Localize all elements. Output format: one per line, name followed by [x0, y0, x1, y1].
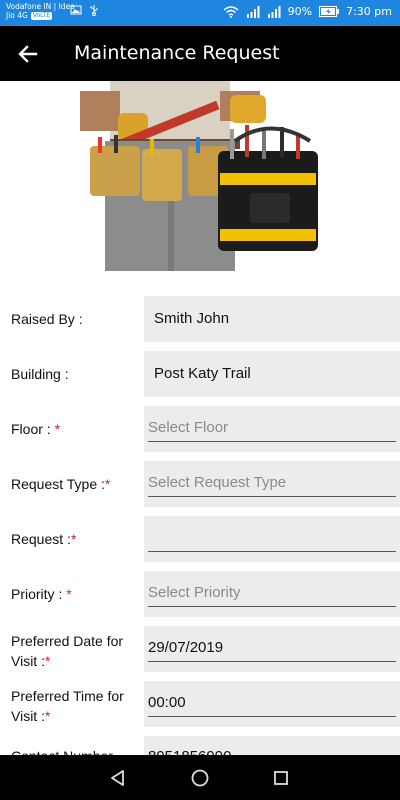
handyman-illustration: [80, 81, 318, 271]
preferred-date-value: 29/07/2019: [148, 639, 224, 656]
signal-icon-1: [246, 5, 260, 18]
volte-badge: VoLTE: [30, 11, 53, 20]
request-type-label: Request Type :*: [11, 476, 111, 492]
request-type-placeholder: Select Request Type: [148, 474, 287, 491]
navigation-bar: [0, 755, 400, 800]
status-bar: Vodafone IN | Idea Jio 4G VoLTE 90% 7:30…: [0, 0, 400, 26]
raised-by-label: Raised By :: [11, 311, 83, 327]
battery-charging-icon: [319, 6, 340, 17]
app-bar: Maintenance Request: [0, 26, 400, 81]
request-input[interactable]: [144, 516, 400, 562]
building-field: Post Katy Trail: [144, 351, 400, 397]
required-mark: *: [54, 421, 61, 437]
field-underline: [148, 661, 396, 662]
preferred-date-label: Preferred Date for Visit :*: [11, 633, 124, 669]
building-value: Post Katy Trail: [154, 365, 251, 382]
preferred-date-row: Preferred Date for Visit :* 29/07/2019: [0, 626, 400, 672]
preferred-time-label: Preferred Time for Visit :*: [11, 688, 124, 724]
priority-select[interactable]: Select Priority: [144, 571, 400, 617]
square-recents-icon: [274, 771, 288, 785]
required-mark: *: [70, 531, 77, 547]
required-mark: *: [104, 476, 111, 492]
request-type-row: Request Type :* Select Request Type: [0, 461, 400, 507]
request-label: Request :*: [11, 531, 77, 547]
usb-icon: [90, 5, 98, 16]
signal-icon-2: [267, 5, 281, 18]
raised-by-value: Smith John: [154, 310, 230, 327]
priority-label: Priority : *: [11, 586, 72, 602]
preferred-date-input[interactable]: 29/07/2019: [144, 626, 400, 672]
nav-recents-button[interactable]: [270, 767, 292, 789]
raised-by-row: Raised By : Smith John: [0, 296, 400, 342]
priority-placeholder: Select Priority: [148, 584, 241, 601]
nav-home-button[interactable]: [189, 767, 211, 789]
field-underline: [148, 441, 396, 442]
preferred-time-value: 00:00: [148, 694, 186, 711]
field-underline: [148, 606, 396, 607]
battery-percent: 90%: [287, 5, 313, 18]
raised-by-field: Smith John: [144, 296, 400, 342]
page-title: Maintenance Request: [74, 42, 280, 64]
required-mark: *: [44, 653, 51, 669]
floor-label: Floor : *: [11, 421, 61, 437]
wifi-icon: [223, 5, 239, 18]
building-row: Building : Post Katy Trail: [0, 351, 400, 397]
preferred-time-row: Preferred Time for Visit :* 00:00: [0, 681, 400, 727]
circle-home-icon: [191, 769, 209, 787]
triangle-back-icon: [111, 770, 124, 786]
image-notification-icon: [70, 5, 82, 15]
priority-row: Priority : * Select Priority: [0, 571, 400, 617]
floor-placeholder: Select Floor: [148, 419, 229, 436]
floor-select[interactable]: Select Floor: [144, 406, 400, 452]
field-underline: [148, 496, 396, 497]
status-time: 7:30 pm: [346, 5, 392, 18]
field-underline: [148, 551, 396, 552]
building-label: Building :: [11, 366, 69, 382]
carrier-line-2: Jio 4G: [6, 11, 28, 20]
nav-back-button[interactable]: [107, 767, 129, 789]
field-underline: [148, 716, 396, 717]
request-type-select[interactable]: Select Request Type: [144, 461, 400, 507]
preferred-time-input[interactable]: 00:00: [144, 681, 400, 727]
floor-row: Floor : * Select Floor: [0, 406, 400, 452]
arrow-left-icon: [18, 45, 38, 63]
request-row: Request :*: [0, 516, 400, 562]
back-button[interactable]: [12, 38, 44, 70]
required-mark: *: [66, 586, 72, 602]
carrier-info: Vodafone IN | Idea Jio 4G VoLTE: [6, 2, 75, 20]
carrier-line-1: Vodafone IN | Idea: [6, 2, 75, 11]
required-mark: *: [44, 708, 51, 724]
